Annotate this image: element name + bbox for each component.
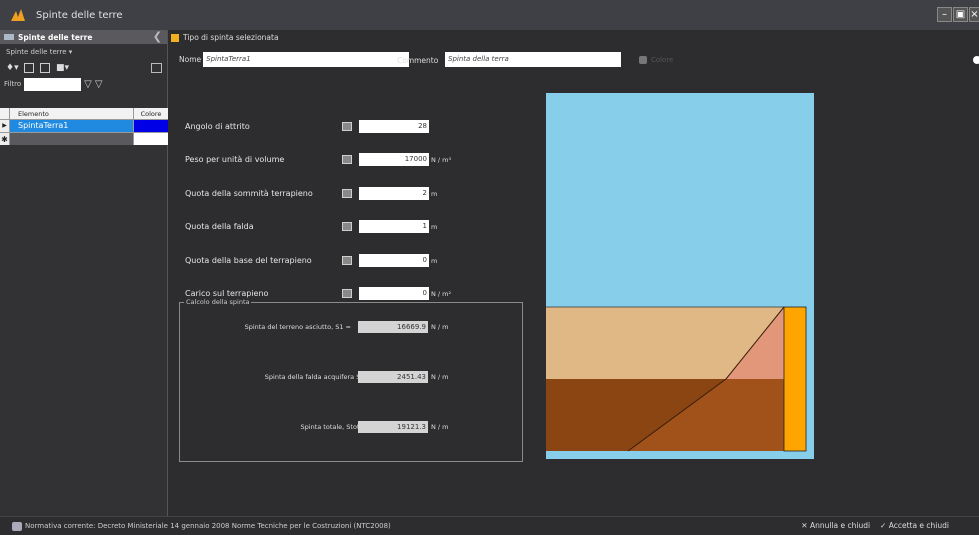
main-title: Tipo di spinta selezionata [183,33,279,42]
title-bar: Spinte delle terre – ▣ × [0,0,979,30]
minimize-button[interactable]: – [937,7,952,22]
accept-button[interactable]: ✓ Accetta e chiudi [880,521,949,530]
nome-field[interactable]: SpintaTerra1 [203,52,410,67]
left-panel-header: Spinte delle terre ❮ [0,30,167,44]
main-header: Tipo di spinta selezionata [171,33,279,42]
left-panel-title: Spinte delle terre [18,32,93,42]
param-label: Peso per unità di volume [185,155,285,164]
commento-field[interactable]: Spinta della terra [445,52,621,67]
close-button[interactable]: × [969,7,979,22]
color-picker-icon [639,56,647,64]
left-panel-menu[interactable]: Spinte delle terre ▾ [0,44,167,60]
param-unit: m [431,190,438,198]
status-bar: Normativa corrente: Decreto Ministeriale… [0,516,979,535]
new-row-elemento-cell[interactable] [10,133,134,145]
param-calc-icon[interactable] [342,155,352,164]
window-title: Spinte delle terre [36,9,123,21]
calc-unit: N / m [431,373,449,381]
param-value-field[interactable]: 0 [359,254,429,267]
row-colore-swatch[interactable] [134,120,168,132]
param-unit: m [431,257,438,265]
param-value-field[interactable]: 2 [359,187,429,200]
calc-value-field: 16669.9 [358,321,428,333]
param-label: Quota della base del terrapieno [185,256,312,265]
elements-grid: Elemento Colore ▶ SpintaTerra1 ✱ [0,108,168,145]
calc-row: Spinta totale, Stot = 19121.3 N / m [180,421,520,433]
grid-header: Elemento Colore [0,108,168,120]
filter-label: Filtro [4,80,22,88]
panel-icon [4,34,14,40]
param-value-field[interactable]: 0 [359,287,429,300]
left-panel-toolbar: ♦▾ ■▾ [0,60,167,76]
diagram-retaining-wall [783,306,807,452]
param-value-field[interactable]: 28 [359,120,429,133]
left-panel: Spinte delle terre ❮ Spinte delle terre … [0,30,168,516]
nome-label: Nome [179,55,202,64]
param-label: Quota della sommità terrapieno [185,189,313,198]
earth-pressure-diagram [546,93,814,459]
collapse-panel-icon[interactable]: ❮ [153,30,162,43]
window-controls: – ▣ × [937,7,979,22]
edit-icon[interactable] [24,63,34,73]
normativa-text: Normativa corrente: Decreto Ministeriale… [25,522,391,530]
panel-edge-icon [973,56,979,64]
calc-row: Spinta della falda acquifera S2 = 2451.43… [180,371,520,383]
param-label: Quota della falda [185,222,254,231]
colore-picker[interactable]: Colore [639,56,673,64]
cancel-button[interactable]: ✕ Annulla e chiudi [801,521,870,530]
new-row-colore-cell[interactable] [134,133,168,145]
dialog-actions: ✕ Annulla e chiudi ✓ Accetta e chiudi [801,521,949,530]
calc-label: Spinta della falda acquifera S2 = [264,373,372,381]
calc-unit: N / m [431,323,449,331]
copy-icon[interactable] [40,63,50,73]
name-row: Nome SpintaTerra1 [179,52,410,67]
param-label: Angolo di attrito [185,122,250,131]
section-icon [171,33,179,42]
param-unit: N / m² [431,290,452,298]
param-calc-icon[interactable] [342,222,352,231]
new-row-marker: ✱ [0,133,10,145]
calc-row: Spinta del terreno asciutto, S1 = 16669.9… [180,321,520,333]
main-panel: Tipo di spinta selezionata Nome SpintaTe… [169,30,979,516]
calc-unit: N / m [431,423,449,431]
filter-icon[interactable]: ▽ [84,79,92,90]
normativa-icon [12,521,22,531]
paste-icon[interactable]: ■▾ [56,63,69,73]
maximize-button[interactable]: ▣ [953,7,968,22]
calc-value-field: 19121.3 [358,421,428,433]
column-header-colore[interactable]: Colore [134,108,168,119]
row-elemento-cell[interactable]: SpintaTerra1 [10,120,134,132]
new-row[interactable]: ✱ [0,132,168,145]
param-value-field[interactable]: 1 [359,220,429,233]
filter-input[interactable] [24,77,82,91]
filter-bar: Filtro ▽ ▽ [0,76,167,92]
row-selector: ▶ [0,120,10,132]
param-calc-icon[interactable] [342,289,352,298]
param-label: Carico sul terrapieno [185,289,269,298]
export-icon[interactable] [151,63,162,73]
calc-groupbox: Calcolo della spinta Spinta del terreno … [179,298,523,462]
calc-label: Spinta del terreno asciutto, S1 = [244,323,351,331]
colore-label: Colore [651,56,674,64]
column-header-elemento[interactable]: Elemento [10,108,134,119]
clear-filter-icon[interactable]: ▽ [95,79,103,90]
table-row[interactable]: ▶ SpintaTerra1 [0,120,168,132]
param-calc-icon[interactable] [342,256,352,265]
param-unit: N / m³ [431,156,452,164]
commento-label: Commento [397,56,439,65]
param-calc-icon[interactable] [342,189,352,198]
calc-value-field: 2451.43 [358,371,428,383]
app-logo-icon [11,9,25,21]
param-value-field[interactable]: 17000 [359,153,429,166]
param-unit: m [431,223,438,231]
param-calc-icon[interactable] [342,122,352,131]
add-element-icon[interactable]: ♦▾ [6,63,19,73]
calc-title: Calcolo della spinta [184,298,252,306]
